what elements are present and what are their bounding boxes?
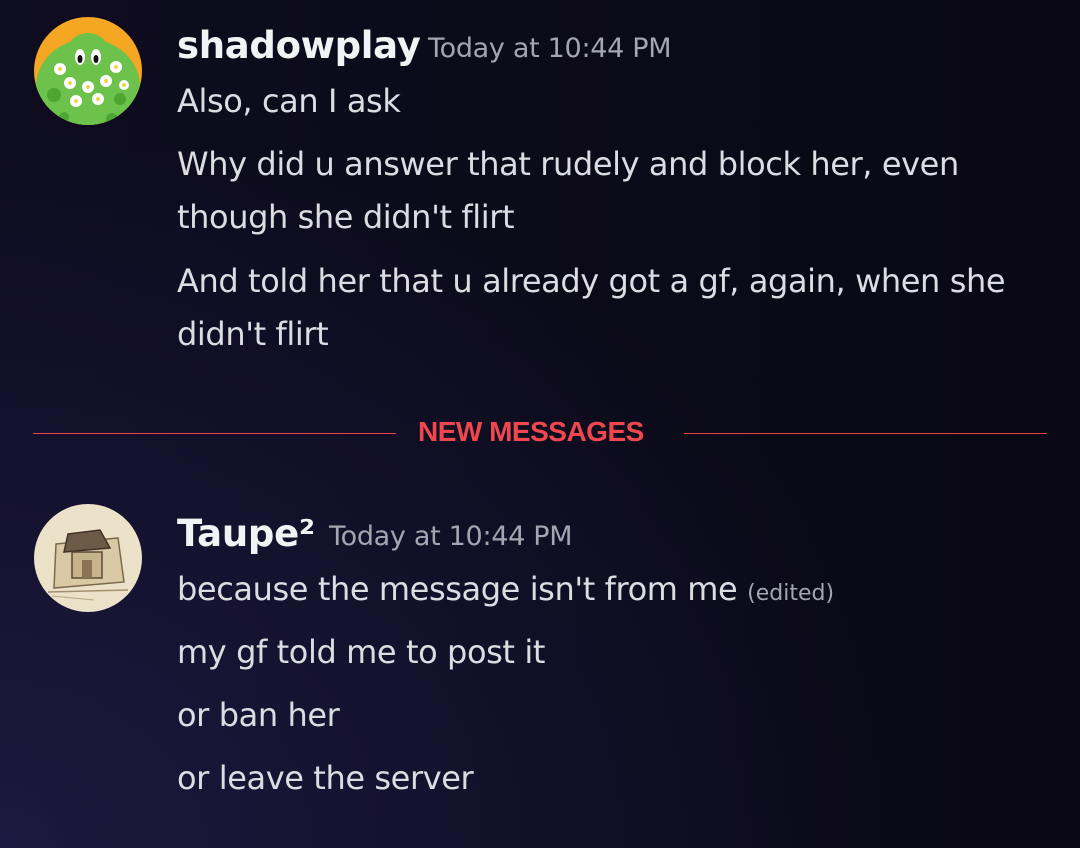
message-line: or ban her <box>177 696 340 734</box>
message-line: Also, can I ask <box>177 82 401 120</box>
username[interactable]: shadowplay <box>177 24 421 67</box>
message-line: my gf told me to post it <box>177 633 545 671</box>
new-messages-divider-line-left <box>33 433 396 434</box>
message-text: because the message isn't from me <box>177 570 738 608</box>
edited-label: (edited) <box>747 581 835 606</box>
timestamp: Today at 10:44 PM <box>428 33 672 64</box>
sketch-house-avatar-icon[interactable] <box>34 504 142 612</box>
username[interactable]: Taupe² <box>177 512 315 555</box>
green-flower-avatar-icon[interactable] <box>34 17 142 125</box>
message-line: or leave the server <box>177 759 474 797</box>
new-messages-label: NEW MESSAGES <box>418 416 644 447</box>
timestamp: Today at 10:44 PM <box>329 521 573 552</box>
message-line: And told her that u already got a gf, ag… <box>177 262 1006 353</box>
new-messages-divider-line-right <box>684 433 1047 434</box>
message-line-edited: because the message isn't from me (edite… <box>177 563 1037 620</box>
message-line: Why did u answer that rudely and block h… <box>177 145 959 236</box>
